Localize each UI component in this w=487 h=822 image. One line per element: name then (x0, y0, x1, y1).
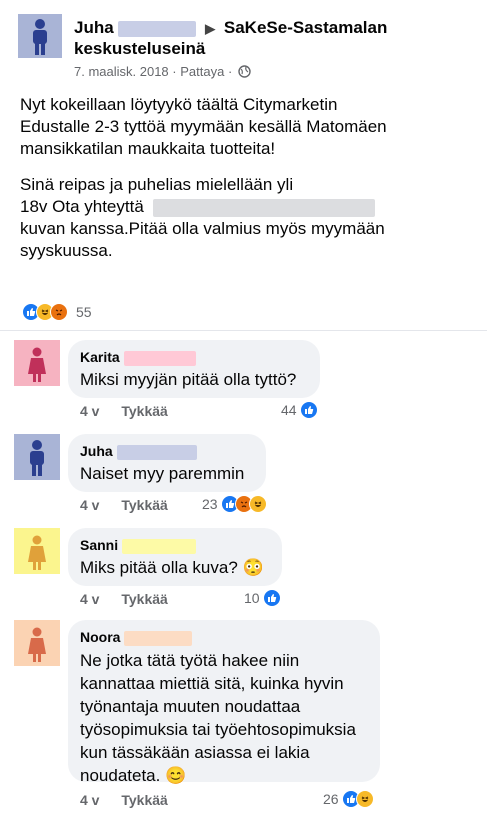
comment: Karita Miksi myyjän pitää olla tyttö? 4 … (0, 340, 487, 425)
comment-author[interactable]: Sanni (80, 537, 118, 553)
post-paragraph-2: Sinä reipas ja puhelias mielellään yli 1… (20, 174, 400, 262)
redacted-surname (124, 630, 193, 646)
person-avatar-icon (28, 627, 46, 662)
post-location[interactable]: Pattaya (180, 64, 224, 79)
post-body: Nyt kokeillaan löytyykö täältä Citymarke… (20, 94, 400, 276)
comment-bubble: Karita Miksi myyjän pitää olla tyttö? (68, 340, 320, 398)
redacted-surname (116, 444, 197, 460)
comment-text: Ne jotka tätä työtä hakee niin kannattaa… (80, 651, 356, 785)
comment-avatar[interactable] (14, 620, 60, 666)
comment-age[interactable]: 4 v (80, 591, 99, 607)
person-avatar-icon (28, 535, 46, 570)
like-button[interactable]: Tykkää (121, 497, 167, 513)
next-comment-cut-off (0, 812, 487, 822)
comment-reaction-count[interactable]: 26 (323, 790, 376, 808)
comment-age[interactable]: 4 v (80, 792, 99, 808)
comment: Juha Naiset myy paremmin 4 v Tykkää 23 (0, 434, 487, 519)
post-date[interactable]: 7. maalisk. 2018 (74, 64, 169, 79)
comment-age[interactable]: 4 v (80, 403, 99, 419)
redacted-surname (123, 350, 196, 366)
comment-reaction-count[interactable]: 44 (281, 401, 318, 419)
comment-actions: 4 v Tykkää (80, 792, 168, 808)
comment-actions: 4 v Tykkää (80, 591, 168, 607)
post-paragraph-1: Nyt kokeillaan löytyykö täältä Citymarke… (20, 95, 387, 158)
like-reaction-icon (299, 401, 318, 419)
like-button[interactable]: Tykkää (121, 792, 167, 808)
comment-bubble: Juha Naiset myy paremmin (68, 434, 266, 492)
haha-reaction-icon (355, 790, 374, 808)
haha-reaction-icon (248, 495, 267, 513)
post-paragraph-2-rest: kuvan kanssa.Pitää olla valmius myös myy… (20, 219, 385, 260)
comment-author[interactable]: Karita (80, 349, 120, 365)
comment-text: Miksi myyjän pitää olla tyttö? (80, 370, 297, 389)
comment: Noora Ne jotka tätä työtä hakee niin kan… (0, 620, 487, 812)
comment-text: Miks pitää olla kuva? 😳 (80, 558, 264, 577)
like-reaction-icon (262, 589, 281, 607)
comment-bubble: Noora Ne jotka tätä työtä hakee niin kan… (68, 620, 380, 785)
reaction-count[interactable]: 55 (76, 304, 92, 320)
person-avatar-icon (33, 19, 47, 55)
comment-bubble: Sanni Miks pitää olla kuva? 😳 (68, 528, 282, 586)
post-header: Juha ▶ SaKeSe-Sastamalan keskusteluseinä… (18, 14, 478, 84)
post-author-name[interactable]: Juha (74, 18, 114, 37)
post-author-avatar[interactable] (18, 14, 62, 58)
comment-avatar[interactable] (14, 340, 60, 386)
comment-text: Naiset myy paremmin (80, 464, 245, 483)
globe-icon (238, 65, 251, 78)
redacted-surname (118, 20, 197, 37)
like-button[interactable]: Tykkää (121, 403, 167, 419)
post-author-line: Juha ▶ SaKeSe-Sastamalan keskusteluseinä (74, 18, 474, 59)
post-paragraph-2-line2: 18v Ota yhteyttä (20, 197, 144, 216)
redacted-contact (152, 198, 375, 217)
comment-avatar[interactable] (14, 434, 60, 480)
comment-actions: 4 v Tykkää (80, 403, 168, 419)
post-meta: 7. maalisk. 2018 · Pattaya · (74, 64, 251, 79)
comment: Sanni Miks pitää olla kuva? 😳 4 v Tykkää… (0, 528, 487, 613)
comment-reaction-count[interactable]: 23 (202, 495, 269, 513)
comment-author[interactable]: Juha (80, 443, 113, 459)
person-avatar-icon (28, 347, 46, 382)
divider (0, 330, 487, 331)
comment-age[interactable]: 4 v (80, 497, 99, 513)
arrow-right-icon: ▶ (205, 20, 216, 36)
angry-reaction-icon (50, 303, 68, 321)
comment-actions: 4 v Tykkää (80, 497, 168, 513)
redacted-surname (122, 538, 197, 554)
post-paragraph-2-line1: Sinä reipas ja puhelias mielellään yli (20, 175, 294, 194)
like-button[interactable]: Tykkää (121, 591, 167, 607)
comment-author[interactable]: Noora (80, 629, 120, 645)
person-avatar-icon (30, 440, 44, 476)
comment-avatar[interactable] (14, 528, 60, 574)
comment-reaction-count[interactable]: 10 (244, 589, 281, 607)
post-reactions[interactable]: 55 (22, 302, 92, 322)
